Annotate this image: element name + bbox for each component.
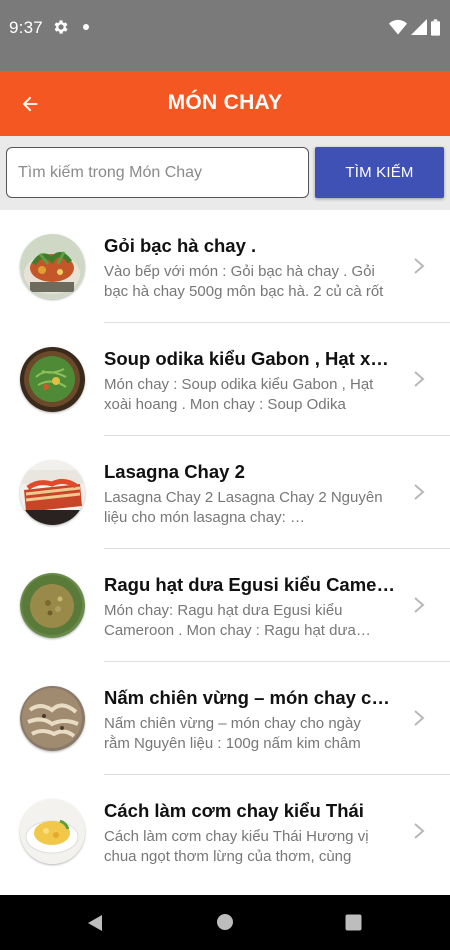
recipe-description: Món chay: Ragu hạt dưa Egusi kiểu Camero… — [104, 602, 356, 643]
recipe-title: Gỏi bạc hà chay . — [104, 235, 257, 256]
recipe-thumbnail — [20, 799, 85, 864]
recipe-thumbnail — [20, 234, 85, 299]
status-icons — [389, 18, 440, 36]
recipe-description: Lasagna Chay 2 Lasagna Chay 2 Nguyên liệ… — [104, 489, 383, 526]
lasagna-image — [20, 460, 85, 525]
battery-icon — [431, 18, 440, 36]
nav-home-icon[interactable] — [216, 913, 234, 931]
recipe-thumbnail — [20, 573, 85, 638]
chevron-right-icon — [414, 710, 425, 726]
recipe-title: Cách làm cơm chay kiểu Thái — [104, 800, 364, 821]
wifi-icon — [389, 19, 407, 35]
recipe-description: Nấm chiên vừng – món chay cho ngày rằm N… — [104, 715, 361, 752]
list-item[interactable]: Cách làm cơm chay kiểu Thái Cách làm cơm… — [0, 775, 450, 888]
recipe-thumbnail — [20, 460, 85, 525]
list-item[interactable]: Lasagna Chay 2 Lasagna Chay 2 Lasagna Ch… — [0, 436, 450, 549]
salad-bowl-image — [20, 234, 85, 299]
search-input[interactable] — [6, 147, 309, 198]
recipe-thumbnail — [20, 347, 85, 412]
status-time: 9:37 — [9, 18, 43, 37]
chevron-right-icon — [414, 258, 425, 274]
nav-back-icon[interactable] — [86, 913, 104, 933]
list-item[interactable]: Soup odika kiểu Gabon , Hạt xoài hoang M… — [0, 323, 450, 436]
chevron-right-icon — [414, 597, 425, 613]
chevron-right-icon — [414, 823, 425, 839]
chevron-right-icon — [414, 371, 425, 387]
signal-icon — [411, 19, 427, 35]
recipe-description: Cách làm cơm chay kiểu Thái Hương vị chu… — [104, 828, 369, 865]
list-item[interactable]: Gỏi bạc hà chay . Vào bếp với món : Gỏi … — [0, 210, 450, 323]
recipe-description: Vào bếp với món : Gỏi bạc hà chay . Gỏi … — [104, 263, 384, 300]
page-title: MÓN CHAY — [167, 91, 283, 114]
recipe-list[interactable]: Gỏi bạc hà chay . Vào bếp với món : Gỏi … — [0, 210, 450, 895]
thai-rice-image — [20, 799, 85, 864]
green-soup-image — [20, 347, 85, 412]
recipe-title: Soup odika kiểu Gabon , Hạt xoài hoang — [104, 348, 396, 369]
chevron-right-icon — [414, 484, 425, 500]
recipe-title: Nấm chiên vừng – món chay cho ngày rằm — [104, 687, 396, 708]
ragu-image — [20, 573, 85, 638]
list-item[interactable]: Nấm chiên vừng – món chay cho ngày rằm N… — [0, 662, 450, 775]
app-bar: MÓN CHAY — [0, 71, 450, 136]
nav-recents-icon[interactable] — [345, 914, 362, 931]
status-bar: 9:37 — [0, 0, 450, 71]
system-nav-bar — [0, 895, 450, 950]
settings-gear-icon — [54, 20, 68, 34]
recipe-title: Ragu hạt dưa Egusi kiểu Cameroon — [104, 574, 396, 595]
search-area: TÌM KIẾM — [0, 136, 450, 210]
recipe-title: Lasagna Chay 2 — [104, 461, 245, 482]
recipe-thumbnail — [20, 686, 85, 751]
list-item[interactable]: Ragu hạt dưa Egusi kiểu Cameroon Món cha… — [0, 549, 450, 662]
fried-mushroom-image — [20, 686, 85, 751]
notification-dot-icon — [83, 24, 89, 30]
search-button[interactable]: TÌM KIẾM — [315, 147, 444, 198]
recipe-description: Món chay : Soup odika kiểu Gabon , Hạt x… — [104, 376, 374, 413]
